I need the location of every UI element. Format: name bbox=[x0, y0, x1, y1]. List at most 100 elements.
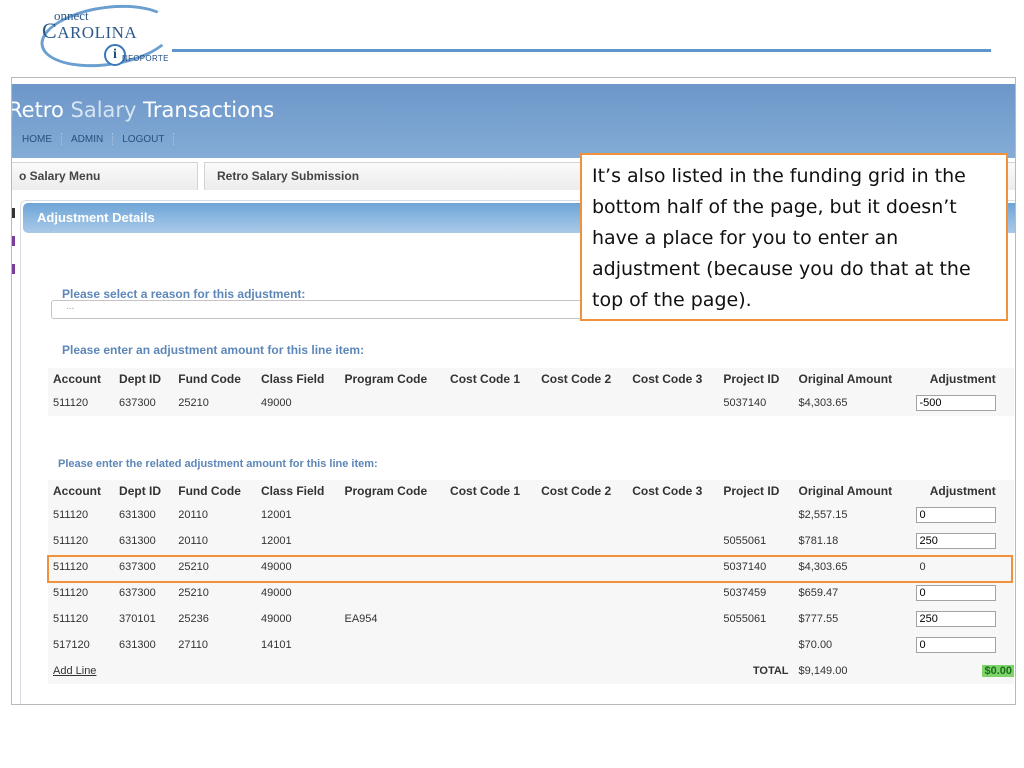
empty-cell bbox=[627, 658, 718, 684]
add-line-link[interactable]: Add Line bbox=[53, 665, 96, 677]
cell-cost-code-1 bbox=[445, 554, 536, 580]
adjustment-input[interactable] bbox=[916, 585, 997, 601]
adjustment-input[interactable] bbox=[916, 507, 997, 523]
adjustment-readonly: 0 bbox=[919, 561, 926, 573]
reason-label: Please select a reason for this adjustme… bbox=[62, 287, 306, 301]
table-header-row: Account Dept ID Fund Code Class Field Pr… bbox=[48, 480, 1014, 502]
cell-project-id: 5055061 bbox=[723, 613, 767, 625]
col-cost-code-1: Cost Code 1 bbox=[450, 372, 521, 386]
cell-adjustment bbox=[911, 606, 1014, 632]
empty-cell bbox=[114, 658, 173, 684]
cell-dept-id: 370101 bbox=[119, 613, 156, 625]
empty-cell bbox=[445, 658, 536, 684]
logo-c-initial: C bbox=[42, 18, 58, 43]
table-header-row: Account Dept ID Fund Code Class Field Pr… bbox=[48, 368, 1014, 390]
table-row: 511120 631300 20110 12001 5055061 $781.18 bbox=[48, 528, 1014, 554]
col-account: Account bbox=[53, 372, 101, 386]
line-item-table: Account Dept ID Fund Code Class Field Pr… bbox=[48, 368, 1014, 416]
total-adjustment: $0.00 bbox=[982, 665, 1014, 677]
cell-cost-code-2 bbox=[536, 632, 627, 658]
cell-cost-code-1 bbox=[445, 390, 536, 416]
cell-program-code bbox=[340, 580, 446, 606]
col-dept-id: Dept ID bbox=[119, 372, 162, 386]
related-funding-table: Account Dept ID Fund Code Class Field Pr… bbox=[48, 480, 1014, 684]
tab-retro-salary-menu[interactable]: o Salary Menu bbox=[12, 162, 198, 190]
col-cost-code-3: Cost Code 3 bbox=[632, 372, 703, 386]
cell-fund-code: 27110 bbox=[178, 639, 209, 651]
cell-account: 511120 bbox=[53, 613, 89, 625]
col-fund-code: Fund Code bbox=[178, 484, 241, 498]
cell-cost-code-3 bbox=[627, 554, 718, 580]
cell-cost-code-3 bbox=[627, 502, 718, 528]
cell-project-id: 5037459 bbox=[723, 587, 767, 599]
table-row: 511120 637300 25210 49000 5037140 $4,303… bbox=[48, 390, 1014, 416]
col-project-id: Project ID bbox=[723, 372, 780, 386]
empty-cell bbox=[340, 658, 446, 684]
adjustment-input[interactable] bbox=[916, 533, 997, 549]
adjustment-input[interactable] bbox=[916, 637, 997, 653]
cell-cost-code-1 bbox=[445, 528, 536, 554]
nav-home[interactable]: HOME bbox=[22, 134, 52, 145]
adjustment-input[interactable] bbox=[916, 395, 997, 411]
cell-cost-code-1 bbox=[445, 606, 536, 632]
col-dept-id: Dept ID bbox=[119, 484, 162, 498]
adjustment-input[interactable] bbox=[916, 611, 997, 627]
cell-adjustment bbox=[911, 580, 1014, 606]
cell-account: 511120 bbox=[53, 535, 89, 547]
cell-program-code bbox=[340, 390, 446, 416]
cell-fund-code: 25210 bbox=[178, 397, 209, 409]
col-cost-code-2: Cost Code 2 bbox=[541, 484, 612, 498]
panel-title: Adjustment Details bbox=[37, 210, 155, 225]
app-title-part3: Transactions bbox=[136, 98, 275, 122]
header-rule bbox=[172, 49, 991, 52]
logo-carolina-text: CAROLINA bbox=[42, 18, 137, 44]
app-title-part2: Salary bbox=[70, 98, 137, 122]
cell-cost-code-1 bbox=[445, 580, 536, 606]
col-original-amount: Original Amount bbox=[798, 372, 893, 386]
col-class-field: Class Field bbox=[260, 372, 325, 386]
table-row: 511120 637300 25210 49000 5037140 $4,303.65 0 bbox=[48, 554, 1014, 580]
cell-original-amount: $781.18 bbox=[798, 535, 839, 547]
total-row: Add Line TOTAL $9,149.00 $0.00 bbox=[48, 658, 1014, 684]
cell-dept-id: 637300 bbox=[119, 397, 156, 409]
cell-program-code: EA954 bbox=[344, 613, 378, 625]
cell-cost-code-1 bbox=[445, 502, 536, 528]
table-row: 511120 631300 20110 12001 $2,557.15 bbox=[48, 502, 1014, 528]
cell-cost-code-3 bbox=[627, 606, 718, 632]
cell-project-id: 5037140 bbox=[723, 561, 767, 573]
cell-program-code bbox=[340, 528, 446, 554]
cell-cost-code-1 bbox=[445, 632, 536, 658]
table-row: 511120 637300 25210 49000 5037459 $659.47 bbox=[48, 580, 1014, 606]
col-cost-code-3: Cost Code 3 bbox=[632, 484, 703, 498]
cell-project-id: 5055061 bbox=[723, 535, 767, 547]
col-fund-code: Fund Code bbox=[178, 372, 241, 386]
cell-program-code bbox=[340, 502, 446, 528]
cell-class-field: 49000 bbox=[260, 613, 292, 625]
cell-original-amount: $4,303.65 bbox=[798, 397, 848, 409]
edge-fragment bbox=[12, 208, 15, 218]
cell-class-field: 49000 bbox=[260, 587, 292, 599]
nav-admin[interactable]: ADMIN bbox=[71, 134, 103, 145]
cell-dept-id: 637300 bbox=[119, 561, 156, 573]
cell-project-id bbox=[718, 502, 793, 528]
cell-program-code bbox=[340, 554, 446, 580]
col-original-amount: Original Amount bbox=[798, 484, 893, 498]
table-row: 511120 370101 25236 49000 EA954 5055061 $777.5… bbox=[48, 606, 1014, 632]
total-adjustment-cell: $0.00 bbox=[911, 658, 1014, 684]
cell-original-amount: $777.55 bbox=[798, 613, 839, 625]
cell-cost-code-3 bbox=[627, 390, 718, 416]
app-title-part1: Retro bbox=[11, 98, 71, 122]
cell-fund-code: 25210 bbox=[178, 561, 209, 573]
callout-box: It’s also listed in the funding grid in … bbox=[580, 153, 1008, 321]
cell-cost-code-2 bbox=[536, 554, 627, 580]
cell-cost-code-3 bbox=[627, 528, 718, 554]
app-title: Retro Salary Transactions bbox=[11, 98, 275, 122]
cell-fund-code: 25236 bbox=[178, 613, 209, 625]
cell-dept-id: 631300 bbox=[119, 639, 156, 651]
add-line-cell: Add Line bbox=[48, 658, 114, 684]
nav-logout[interactable]: LOGOUT bbox=[122, 134, 164, 145]
col-cost-code-1: Cost Code 1 bbox=[450, 484, 521, 498]
nav-divider bbox=[173, 133, 175, 145]
cell-adjustment bbox=[911, 632, 1014, 658]
cell-fund-code: 25210 bbox=[178, 587, 209, 599]
